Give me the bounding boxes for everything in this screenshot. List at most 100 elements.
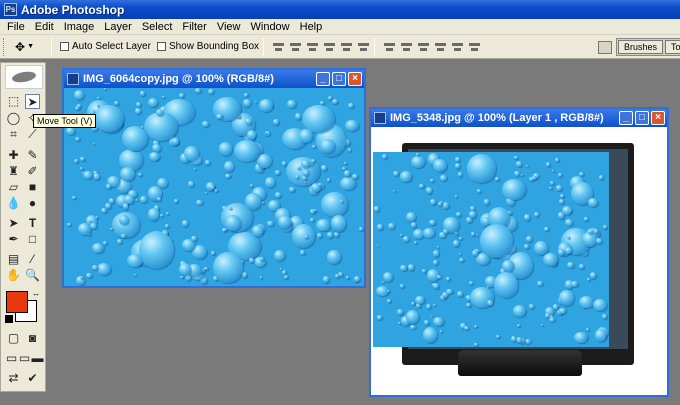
distribute-top-icon[interactable] [383,41,396,53]
path-selection-tool-icon[interactable]: ➤ [6,216,21,231]
water-drop [393,170,400,176]
water-drop [326,232,334,238]
shape-tool-icon[interactable]: □ [25,232,40,247]
menu-view[interactable]: View [212,21,246,33]
foreground-color-swatch[interactable] [6,291,28,313]
close-button[interactable]: × [651,111,665,125]
water-drop [258,98,273,113]
zoom-tool-icon[interactable]: 🔍 [25,268,40,283]
distribute-right-icon[interactable] [468,41,481,53]
menu-filter[interactable]: Filter [177,21,211,33]
distribute-horizontal-center-icon[interactable] [451,41,464,53]
crop-tool-icon[interactable]: ⌗ [6,127,21,142]
water-drop [559,307,567,315]
checkbox-box[interactable] [156,42,166,51]
menu-help[interactable]: Help [295,21,328,33]
clone-stamp-tool-icon[interactable]: ♜ [6,164,21,179]
menu-layer[interactable]: Layer [99,21,137,33]
options-bar-grip[interactable] [3,37,7,56]
hand-tool-icon[interactable]: ✋ [6,268,21,283]
water-drop [343,170,351,177]
water-drop [387,289,390,292]
slice-tool-icon[interactable]: ⟋ [25,127,40,142]
eyedropper-tool-icon[interactable]: ⁄ [25,252,40,267]
water-drop [225,173,232,179]
canvas-image[interactable] [64,88,364,286]
align-top-icon[interactable] [272,41,285,53]
maximize-button[interactable]: □ [635,111,649,125]
document-title-bar[interactable]: IMG_5348.jpg @ 100% (Layer 1 , RGB/8#) _… [371,109,667,127]
water-drop [463,325,469,331]
brush-tool-icon[interactable]: ✎ [25,148,40,163]
maximize-button[interactable]: □ [332,72,346,86]
dodge-tool-icon[interactable]: ● [25,196,40,211]
water-drop [348,103,354,109]
file-browser-icon[interactable] [598,40,612,54]
align-bottom-icon[interactable] [306,41,319,53]
blur-tool-icon[interactable]: 💧 [6,196,21,211]
type-tool-icon[interactable]: T [25,216,40,231]
water-drop [151,143,162,152]
water-drop [165,211,170,215]
tool-preset-picker[interactable]: ✥ ▼ [15,40,47,54]
quick-mask-mode-icon[interactable]: ◙ [25,331,40,346]
show-bounding-box-checkbox[interactable]: Show Bounding Box [156,41,259,52]
water-drop [559,193,565,199]
water-drop [223,161,234,173]
water-drop [157,177,169,189]
palette-tab-brushes[interactable]: Brushes [618,40,664,54]
water-drop [557,212,564,219]
menu-edit[interactable]: Edit [30,21,59,33]
imageready-icon[interactable]: ✔ [25,371,40,386]
standard-mode-icon[interactable]: ▢ [6,331,21,346]
water-drop [466,217,473,223]
water-drop [433,282,439,290]
water-drop [191,235,197,242]
water-drop [245,118,252,126]
close-button[interactable]: × [348,72,362,86]
align-left-icon[interactable] [323,41,336,53]
minimize-button[interactable]: _ [316,72,330,86]
water-drop [322,276,330,283]
distribute-vertical-center-icon[interactable] [400,41,413,53]
checkbox-box[interactable] [60,42,69,51]
marquee-tool-icon[interactable]: ⬚ [6,94,21,109]
water-drop [556,184,562,191]
move-tool-icon[interactable]: ➤ [25,94,40,109]
distribute-left-icon[interactable] [434,41,447,53]
healing-brush-tool-icon[interactable]: ✚ [6,148,21,163]
history-brush-tool-icon[interactable]: ✐ [25,164,40,179]
swap-colors-icon[interactable]: ↔ [32,289,40,298]
jump-to-imageready-icon[interactable]: ⇄ [6,371,21,386]
align-horizontal-center-icon[interactable] [340,41,353,53]
menu-image[interactable]: Image [59,21,100,33]
lasso-tool-icon[interactable]: ◯ [6,111,21,126]
full-screen-mode-icon[interactable]: ▬ [30,351,45,366]
minimize-button[interactable]: _ [619,111,633,125]
notes-tool-icon[interactable]: ▤ [6,252,21,267]
adobe-online-feather-icon[interactable] [5,65,43,89]
align-vertical-center-icon[interactable] [289,41,302,53]
palette-tab-tool-presets[interactable]: To [665,40,680,54]
distribute-bottom-icon[interactable] [417,41,430,53]
water-drop [426,187,433,194]
water-drop [437,245,440,248]
water-drop [411,222,417,228]
water-drop [452,239,460,247]
document-title-bar[interactable]: IMG_6064copy.jpg @ 100% (RGB/8#) _ □ × [64,70,364,88]
water-drop [493,272,519,298]
water-drop [545,162,550,167]
water-drop [180,275,184,279]
gradient-tool-icon[interactable]: ■ [25,180,40,195]
menu-select[interactable]: Select [137,21,178,33]
pen-tool-icon[interactable]: ✒ [6,232,21,247]
menu-file[interactable]: File [2,21,30,33]
auto-select-layer-checkbox[interactable]: Auto Select Layer [60,41,151,52]
menu-window[interactable]: Window [246,21,295,33]
default-colors-icon[interactable] [5,315,13,323]
layer-1-image[interactable] [373,152,609,347]
eraser-tool-icon[interactable]: ▱ [6,180,21,195]
water-drop [406,211,417,222]
water-drop [418,183,424,189]
align-right-icon[interactable] [357,41,370,53]
